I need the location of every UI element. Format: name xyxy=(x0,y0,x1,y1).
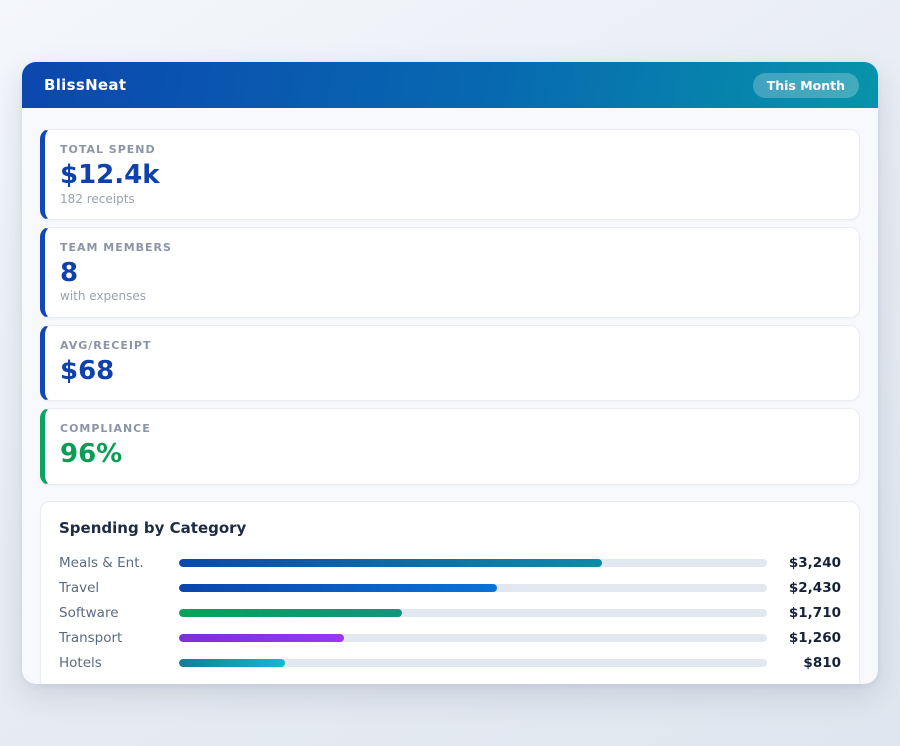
app-title: BlissNeat xyxy=(44,76,126,94)
app-header: BlissNeat This Month xyxy=(22,62,878,108)
bar-fill-transport xyxy=(179,634,344,642)
chart-row-hotels: Hotels $810 xyxy=(59,651,841,676)
spending-by-category-card: Spending by Category Meals & Ent. $3,240… xyxy=(40,501,860,684)
stat-sub: 182 receipts xyxy=(60,192,841,206)
stat-label: COMPLIANCE xyxy=(60,422,841,435)
stat-value: $12.4k xyxy=(60,159,841,192)
bar-fill-travel xyxy=(179,584,497,592)
category-label: Travel xyxy=(59,580,179,596)
stat-card-compliance: COMPLIANCE 96% xyxy=(40,408,860,485)
bar-track xyxy=(179,609,767,617)
bar-track xyxy=(179,659,767,667)
stat-label: AVG/RECEIPT xyxy=(60,339,841,352)
stat-sub: with expenses xyxy=(60,289,841,303)
bar-track xyxy=(179,584,767,592)
period-badge[interactable]: This Month xyxy=(753,73,859,98)
page: BlissNeat This Month TOTAL SPEND $12.4k … xyxy=(0,0,900,746)
category-value: $810 xyxy=(767,655,841,671)
stat-value: 96% xyxy=(60,438,841,471)
category-label: Software xyxy=(59,605,179,621)
bar-fill-software xyxy=(179,609,402,617)
chart-row-meals: Meals & Ent. $3,240 xyxy=(59,551,841,576)
category-value: $1,710 xyxy=(767,605,841,621)
bar-track xyxy=(179,634,767,642)
app-panel: BlissNeat This Month TOTAL SPEND $12.4k … xyxy=(22,62,878,684)
category-label: Meals & Ent. xyxy=(59,555,179,571)
stat-label: TOTAL SPEND xyxy=(60,143,841,156)
bar-track xyxy=(179,559,767,567)
stat-card-team-members: TEAM MEMBERS 8 with expenses xyxy=(40,227,860,318)
stat-card-total-spend: TOTAL SPEND $12.4k 182 receipts xyxy=(40,129,860,220)
category-label: Transport xyxy=(59,630,179,646)
bar-fill-meals xyxy=(179,559,602,567)
chart-row-travel: Travel $2,430 xyxy=(59,576,841,601)
category-value: $3,240 xyxy=(767,555,841,571)
bar-fill-hotels xyxy=(179,659,285,667)
content: TOTAL SPEND $12.4k 182 receipts TEAM MEM… xyxy=(22,108,878,684)
chart-title: Spending by Category xyxy=(59,519,841,537)
category-value: $2,430 xyxy=(767,580,841,596)
chart-row-transport: Transport $1,260 xyxy=(59,626,841,651)
category-label: Hotels xyxy=(59,655,179,671)
stat-card-avg-receipt: AVG/RECEIPT $68 xyxy=(40,325,860,402)
stat-label: TEAM MEMBERS xyxy=(60,241,841,254)
stat-value: $68 xyxy=(60,355,841,388)
stat-value: 8 xyxy=(60,257,841,290)
chart-row-software: Software $1,710 xyxy=(59,601,841,626)
category-value: $1,260 xyxy=(767,630,841,646)
